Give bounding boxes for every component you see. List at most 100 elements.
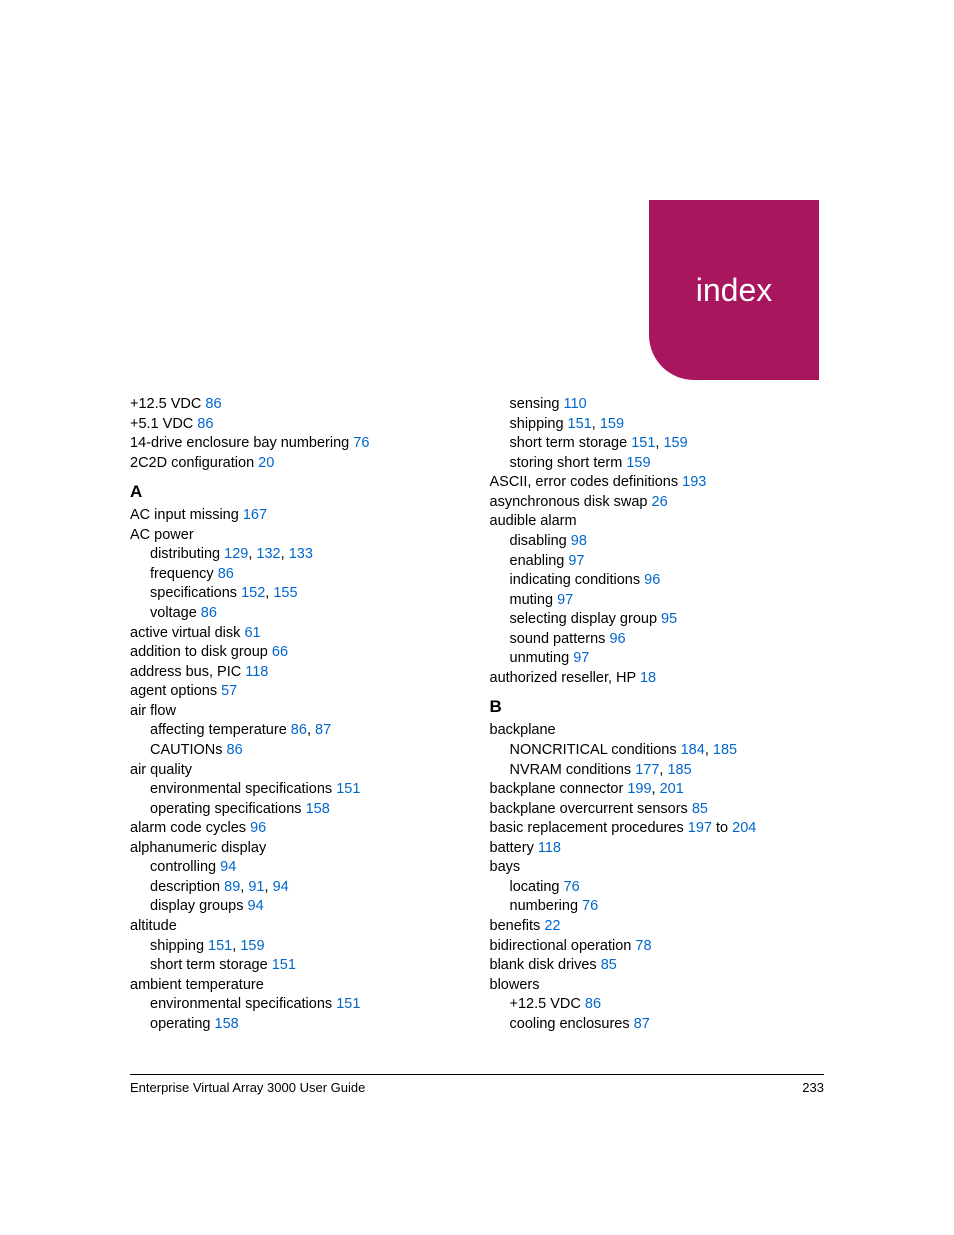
entry-text: disabling — [510, 533, 571, 549]
page-ref[interactable]: 26 — [652, 494, 668, 510]
entry-text: audible alarm — [490, 513, 577, 529]
index-entry: basic replacement procedures 197 to 204 — [490, 819, 825, 839]
page-ref[interactable]: 151 — [336, 996, 360, 1012]
page-ref[interactable]: 94 — [248, 898, 264, 914]
page-ref[interactable]: 199 — [627, 781, 651, 797]
page-ref[interactable]: 86 — [291, 722, 307, 738]
page-ref[interactable]: 151 — [208, 938, 232, 954]
page-ref[interactable]: 22 — [544, 918, 560, 934]
page-ref[interactable]: 97 — [557, 592, 573, 608]
page-ref[interactable]: 86 — [227, 742, 243, 758]
column-right: sensing 110shipping 151, 159short term s… — [490, 395, 825, 1034]
index-entry: ambient temperature — [130, 976, 465, 996]
entry-text: shipping — [510, 416, 568, 432]
page-ref[interactable]: 76 — [564, 879, 580, 895]
page-ref[interactable]: 96 — [644, 572, 660, 588]
entry-text: CAUTIONs — [150, 742, 227, 758]
index-entry: NONCRITICAL conditions 184, 185 — [490, 741, 825, 761]
page-ref[interactable]: 57 — [221, 683, 237, 699]
index-entry: indicating conditions 96 — [490, 571, 825, 591]
page-ref[interactable]: 97 — [573, 650, 589, 666]
entry-text: bays — [490, 859, 521, 875]
entry-text: address bus, PIC — [130, 664, 245, 680]
page-ref[interactable]: 76 — [353, 435, 369, 451]
page-ref[interactable]: 155 — [273, 585, 297, 601]
page-ref[interactable]: 159 — [626, 455, 650, 471]
page-ref[interactable]: 133 — [289, 546, 313, 562]
page-ref[interactable]: 129 — [224, 546, 248, 562]
page-ref[interactable]: 151 — [336, 781, 360, 797]
page-ref[interactable]: 185 — [713, 742, 737, 758]
page-ref[interactable]: 184 — [681, 742, 705, 758]
entry-text: display groups — [150, 898, 248, 914]
page-ref[interactable]: 86 — [197, 416, 213, 432]
page-ref[interactable]: 158 — [306, 801, 330, 817]
page-ref[interactable]: 97 — [568, 553, 584, 569]
page-ref[interactable]: 95 — [661, 611, 677, 627]
entry-text: frequency — [150, 566, 218, 582]
page-ref[interactable]: 85 — [601, 957, 617, 973]
page-ref[interactable]: 86 — [585, 996, 601, 1012]
page-ref[interactable]: 132 — [256, 546, 280, 562]
page-ref[interactable]: 66 — [272, 644, 288, 660]
page-ref[interactable]: 118 — [245, 664, 268, 680]
page-ref[interactable]: 78 — [635, 938, 651, 954]
index-entry: +12.5 VDC 86 — [490, 995, 825, 1015]
page-ref[interactable]: 110 — [564, 396, 587, 412]
footer-title: Enterprise Virtual Array 3000 User Guide — [130, 1080, 365, 1095]
page-ref[interactable]: 96 — [250, 820, 266, 836]
column-left: +12.5 VDC 86+5.1 VDC 8614-drive enclosur… — [130, 395, 465, 1034]
page-ref[interactable]: 86 — [205, 396, 221, 412]
page-ref[interactable]: 193 — [682, 474, 706, 490]
page-ref[interactable]: 61 — [244, 625, 260, 641]
page-ref[interactable]: 152 — [241, 585, 265, 601]
page-ref[interactable]: 204 — [732, 820, 756, 836]
index-entry: voltage 86 — [130, 604, 465, 624]
index-entry: unmuting 97 — [490, 649, 825, 669]
page-ref[interactable]: 98 — [571, 533, 587, 549]
entry-text: sensing — [510, 396, 564, 412]
page-ref[interactable]: 151 — [272, 957, 296, 973]
index-entry: affecting temperature 86, 87 — [130, 721, 465, 741]
entry-text: sound patterns — [510, 631, 610, 647]
entry-text: basic replacement procedures — [490, 820, 688, 836]
page-ref[interactable]: 177 — [635, 762, 659, 778]
entry-text: storing short term — [510, 455, 627, 471]
page-ref[interactable]: 118 — [538, 840, 561, 856]
page-ref[interactable]: 85 — [692, 801, 708, 817]
index-entry: authorized reseller, HP 18 — [490, 669, 825, 689]
page-ref[interactable]: 159 — [663, 435, 687, 451]
footer-page-number: 233 — [802, 1080, 824, 1095]
page-ref[interactable]: 151 — [568, 416, 592, 432]
index-entry: +5.1 VDC 86 — [130, 415, 465, 435]
page-ref[interactable]: 201 — [660, 781, 684, 797]
page-ref[interactable]: 76 — [582, 898, 598, 914]
entry-text: backplane overcurrent sensors — [490, 801, 692, 817]
page-ref[interactable]: 158 — [215, 1016, 239, 1032]
page-ref[interactable]: 91 — [248, 879, 264, 895]
index-entry: air flow — [130, 702, 465, 722]
index-entry: numbering 76 — [490, 897, 825, 917]
page-ref[interactable]: 94 — [273, 879, 289, 895]
page-ref[interactable]: 20 — [258, 455, 274, 471]
page-ref[interactable]: 197 — [688, 820, 712, 836]
page-ref[interactable]: 87 — [634, 1016, 650, 1032]
entry-text: voltage — [150, 605, 201, 621]
page-ref[interactable]: 86 — [201, 605, 217, 621]
page-ref[interactable]: 86 — [218, 566, 234, 582]
page-ref[interactable]: 89 — [224, 879, 240, 895]
page-ref[interactable]: 94 — [220, 859, 236, 875]
entry-text: numbering — [510, 898, 583, 914]
page-ref[interactable]: 167 — [243, 507, 267, 523]
entry-text: shipping — [150, 938, 208, 954]
page-ref[interactable]: 87 — [315, 722, 331, 738]
page-ref[interactable]: 159 — [600, 416, 624, 432]
index-entry: short term storage 151, 159 — [490, 434, 825, 454]
page-ref[interactable]: 96 — [609, 631, 625, 647]
page-ref[interactable]: 185 — [667, 762, 691, 778]
page-ref[interactable]: 151 — [631, 435, 655, 451]
page-ref[interactable]: 18 — [640, 670, 656, 686]
entry-text: short term storage — [510, 435, 632, 451]
entry-text: blowers — [490, 977, 540, 993]
page-ref[interactable]: 159 — [240, 938, 264, 954]
